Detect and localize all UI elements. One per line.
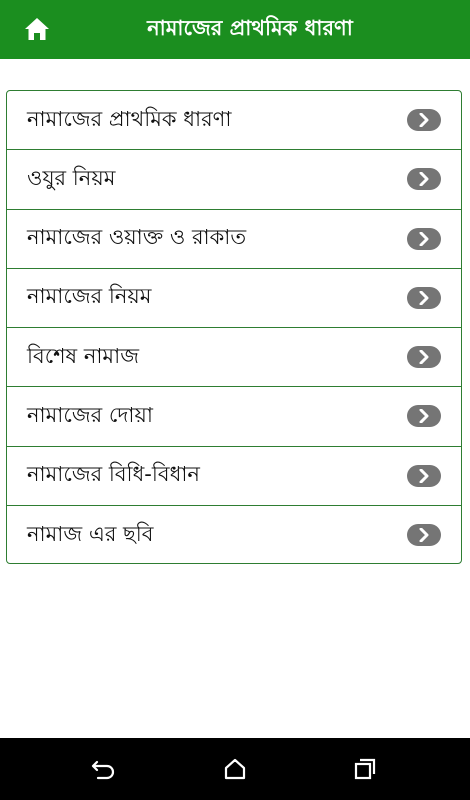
chevron-right-icon [407, 405, 441, 428]
nav-recents-button[interactable] [350, 755, 380, 783]
chevron-right-icon [407, 168, 441, 191]
chevron-right-icon [407, 464, 441, 487]
page-title: নামাজের প্রাথমিক ধারণা [147, 16, 353, 40]
chevron-right-icon [407, 524, 441, 547]
menu-item-label: নামাজের বিধি-বিধান [27, 462, 200, 487]
menu-item-label: ওযুর নিয়ম [27, 165, 116, 190]
nav-home-button[interactable] [220, 755, 250, 783]
app-bar: নামাজের প্রাথমিক ধারণা [0, 0, 470, 59]
recents-icon [354, 758, 376, 780]
menu-item-basic-concept[interactable]: নামাজের প্রাথমিক ধারণা [7, 91, 461, 151]
menu-item-label: নামাজের প্রাথমিক ধারণা [27, 106, 232, 131]
nav-back-button[interactable] [88, 755, 118, 783]
back-icon [91, 760, 115, 780]
menu-item-label: নামাজের দোয়া [27, 402, 153, 427]
chevron-right-icon [407, 346, 441, 369]
chevron-right-icon [407, 227, 441, 250]
menu-item-prayer-pictures[interactable]: নামাজ এর ছবি [7, 506, 461, 563]
home-icon [224, 758, 246, 780]
menu-item-label: নামাজের ওয়াক্ত ও রাকাত [27, 225, 247, 250]
menu-item-label: নামাজের নিয়ম [27, 284, 152, 309]
menu-list: নামাজের প্রাথমিক ধারণা ওযুর নিয়ম নামাজে… [6, 90, 462, 564]
menu-item-prayer-regulations[interactable]: নামাজের বিধি-বিধান [7, 447, 461, 506]
menu-item-label: বিশেষ নামাজ [27, 343, 139, 368]
menu-item-prayer-rules[interactable]: নামাজের নিয়ম [7, 269, 461, 328]
system-nav-bar [0, 738, 470, 800]
menu-item-wudu-rules[interactable]: ওযুর নিয়ম [7, 150, 461, 210]
menu-item-special-prayers[interactable]: বিশেষ নামাজ [7, 328, 461, 388]
menu-item-prayer-times-rakat[interactable]: নামাজের ওয়াক্ত ও রাকাত [7, 210, 461, 269]
menu-item-label: নামাজ এর ছবি [27, 521, 154, 546]
chevron-right-icon [407, 286, 441, 309]
chevron-right-icon [407, 109, 441, 132]
menu-item-prayer-duas[interactable]: নামাজের দোয়া [7, 387, 461, 447]
